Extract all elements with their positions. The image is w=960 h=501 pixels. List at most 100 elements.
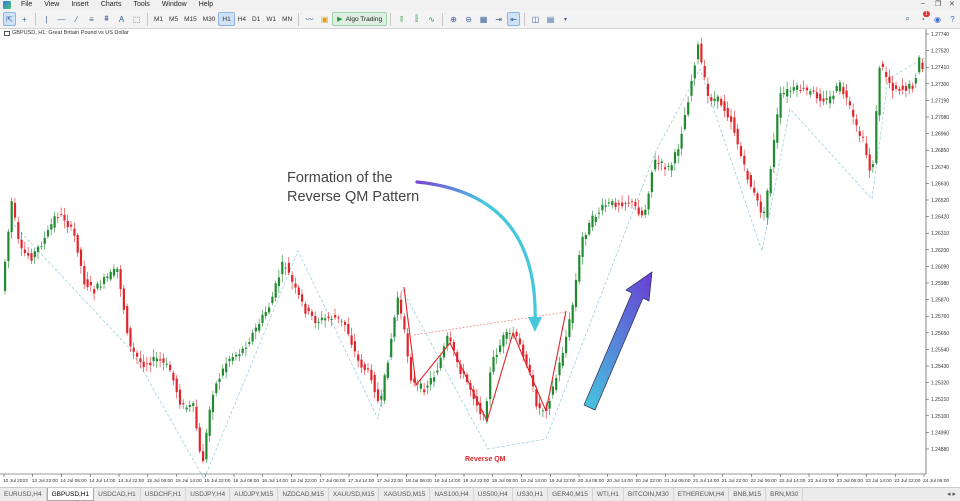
candlestick-icon[interactable]: ⫿ [410, 12, 423, 26]
candle-body [772, 140, 776, 168]
candle-body [829, 96, 832, 104]
chart-shift-icon[interactable]: ⇤ [507, 12, 521, 26]
reverse-qm-label: Reverse QM [465, 456, 506, 463]
chart-window[interactable]: GBPUSD, H1: Great Britain Pound vs US Do… [0, 29, 960, 487]
symbol-tab[interactable]: NZDCAD,M15 [278, 488, 329, 501]
candle-body [188, 405, 191, 407]
candle-body [182, 403, 185, 405]
symbol-tab[interactable]: XAUUSD,M15 [329, 488, 380, 501]
shapes-icon[interactable]: ⬚ [130, 12, 143, 26]
candle-body [673, 152, 677, 164]
channel-icon[interactable]: ≡ [85, 12, 98, 26]
candle-body [132, 347, 135, 352]
price-axis[interactable]: 1.27740 1.27520 1.27410 1.27300 1.27190 1.270… [925, 29, 949, 474]
candle-body [835, 86, 838, 91]
screenshot-icon[interactable]: ◫ [529, 12, 542, 26]
candle-body [268, 307, 271, 313]
symbol-tab[interactable]: USDCAD,H1 [94, 488, 141, 501]
candle-body [86, 279, 89, 288]
algo-trading-label: Algo Trading [345, 15, 383, 23]
candle-body [241, 348, 244, 354]
autoscroll-icon[interactable]: ⇥ [492, 12, 505, 26]
candle-body [426, 385, 429, 388]
price-label: 1.26520 [931, 198, 949, 204]
cursor-icon[interactable]: ⇱ [3, 12, 16, 26]
horizontal-line-icon[interactable]: — [55, 12, 68, 26]
trendline-icon[interactable]: ⁄ [70, 12, 83, 26]
restore-icon[interactable]: ❐ [935, 0, 941, 8]
tf-h4[interactable]: H4 [235, 12, 249, 26]
candle-body [644, 209, 647, 215]
zoom-in-icon[interactable]: ⊕ [447, 12, 460, 26]
zoom-out-icon[interactable]: ⊖ [462, 12, 475, 26]
bar-chart-icon[interactable]: ⫾ [395, 12, 408, 26]
menu-file[interactable]: File [15, 0, 38, 10]
line-chart-icon[interactable]: ∿ [425, 12, 438, 26]
minimize-icon[interactable]: – [921, 0, 925, 7]
tf-m15[interactable]: M15 [181, 12, 200, 26]
fibonacci-icon[interactable]: ⩩ [100, 12, 113, 26]
candle-body [172, 372, 175, 381]
symbol-tab[interactable]: USDJPY,H4 [186, 488, 231, 501]
algo-trading-button[interactable]: ▶ Algo Trading [332, 12, 388, 26]
price-label: 1.25870 [931, 298, 949, 304]
time-label: 19 Jul 06:00 [492, 478, 518, 484]
tf-m30[interactable]: M30 [200, 12, 219, 26]
menu-charts[interactable]: Charts [95, 0, 128, 10]
time-axis[interactable]: 10 Jul 2023 13 Jul 22:00 14 Jul 06:00 14 Ju… [0, 473, 949, 484]
symbol-tab[interactable]: USDCHF,H1 [141, 488, 187, 501]
symbol-tab[interactable]: BNB,M15 [729, 488, 767, 501]
tf-mn[interactable]: MN [279, 12, 295, 26]
indicators-icon[interactable]: 〰 [303, 12, 316, 26]
properties-icon[interactable]: ▤ [544, 12, 557, 26]
symbol-tab[interactable]: BITCOIN,M30 [624, 488, 674, 501]
qm-neckline [413, 311, 567, 336]
symbol-tab[interactable]: GBPUSD,H1 [46, 488, 95, 501]
symbol-tab[interactable]: WTI,H1 [593, 488, 624, 501]
search-icon[interactable]: ⌕ [901, 12, 914, 26]
vertical-line-icon[interactable]: | [40, 12, 53, 26]
symbol-tab[interactable]: BRN,M30 [766, 488, 804, 501]
price-chart[interactable]: 1.27740 1.27520 1.27410 1.27300 1.27190 1.270… [0, 29, 960, 487]
menu-window[interactable]: Window [156, 0, 193, 10]
candle-body [607, 202, 611, 204]
menu-insert[interactable]: Insert [65, 0, 95, 10]
tf-m1[interactable]: M1 [151, 12, 166, 26]
symbol-tab[interactable]: NAS100,H4 [430, 488, 474, 501]
symbol-tab[interactable]: AUDJPY,M15 [230, 488, 279, 501]
close-icon[interactable]: ✕ [949, 0, 955, 8]
templates-icon[interactable]: ▣ [318, 12, 331, 26]
symbol-tab[interactable]: US30,H1 [513, 488, 549, 501]
symbol-tab[interactable]: GER40,M15 [548, 488, 593, 501]
candle-body [33, 251, 36, 258]
menu-tools[interactable]: Tools [127, 0, 155, 10]
candle-body [215, 383, 218, 394]
candle-body [20, 239, 23, 249]
tab-scroll-icons[interactable]: ◂ ▸ [947, 490, 956, 498]
symbol-tab[interactable]: EURUSD,H4 [0, 488, 47, 501]
tf-w1[interactable]: W1 [263, 12, 279, 26]
price-label: 1.24990 [931, 430, 949, 436]
candle-body [815, 92, 818, 99]
dropdown-icon[interactable]: ▾ [559, 12, 572, 26]
candle-body [155, 358, 158, 362]
crosshair-icon[interactable]: + [18, 12, 31, 26]
time-label: 17 Jul 06:00 [319, 478, 345, 484]
text-icon[interactable]: A [115, 12, 128, 26]
symbol-tab[interactable]: ETHEREUM,H4 [674, 488, 730, 501]
help-icon[interactable]: ? [946, 12, 959, 26]
tf-m5[interactable]: M5 [166, 12, 181, 26]
symbol-tab[interactable]: XAGUSD,M15 [379, 488, 431, 501]
candle-body [680, 133, 683, 149]
notifications-icon[interactable]: ◔ 1 [916, 11, 930, 26]
candle-body [109, 272, 112, 280]
tf-d1[interactable]: D1 [249, 12, 263, 26]
account-icon[interactable]: ◉ [931, 12, 944, 26]
menu-help[interactable]: Help [193, 0, 219, 10]
tf-h1[interactable]: H1 [218, 12, 235, 26]
menu-view[interactable]: View [38, 0, 65, 10]
candle-body [591, 215, 594, 228]
grid-icon[interactable]: ▦ [477, 12, 490, 26]
price-label: 1.27300 [931, 82, 949, 88]
symbol-tab[interactable]: US500,H4 [474, 488, 513, 501]
